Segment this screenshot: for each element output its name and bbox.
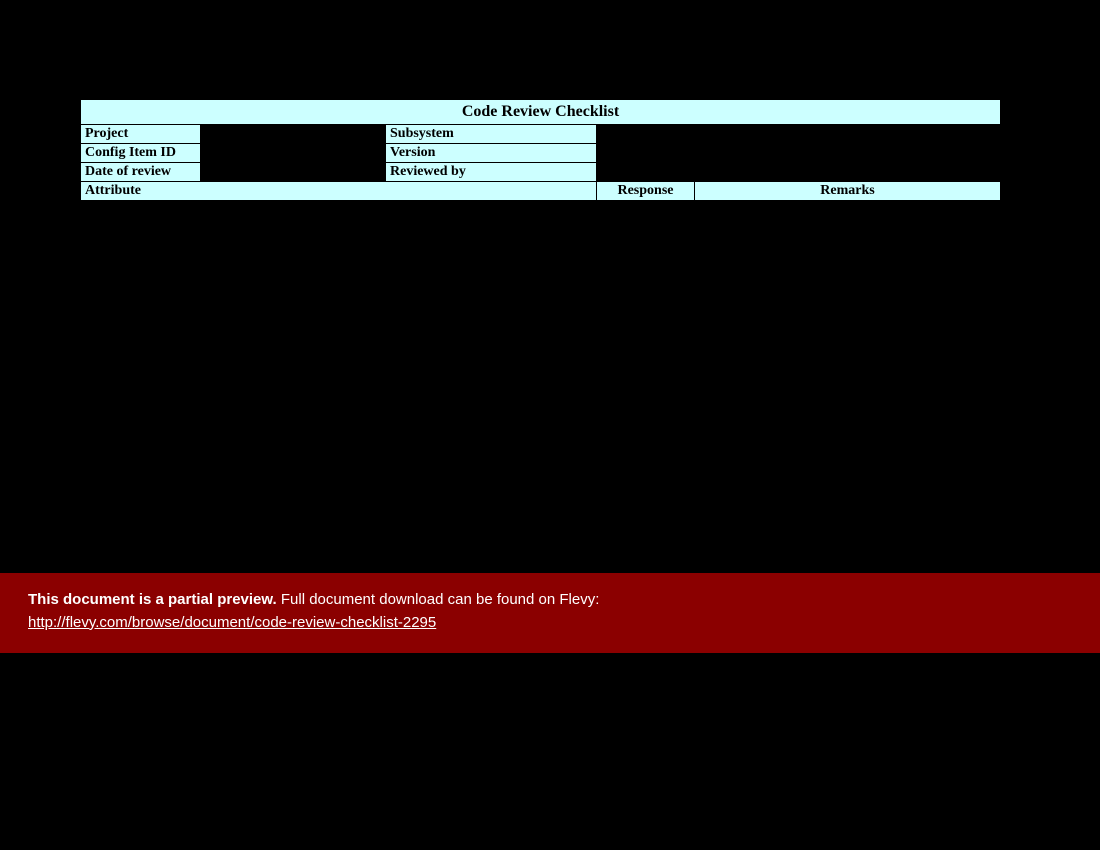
value-subsystem	[597, 125, 1001, 144]
title-cell: Code Review Checklist	[81, 100, 1001, 125]
banner-link[interactable]: http://flevy.com/browse/document/code-re…	[28, 614, 436, 631]
header-attribute: Attribute	[81, 182, 597, 201]
header-remarks: Remarks	[695, 182, 1001, 201]
header-response: Response	[597, 182, 695, 201]
value-version	[597, 144, 1001, 163]
banner-rest: Full document download can be found on F…	[277, 591, 600, 608]
value-config-item-id	[201, 144, 386, 163]
label-date-of-review: Date of review	[81, 163, 201, 182]
banner-bold: This document is a partial preview.	[28, 591, 277, 608]
value-date-of-review	[201, 163, 386, 182]
preview-banner: This document is a partial preview. Full…	[0, 573, 1100, 653]
checklist-table: Code Review Checklist Project Subsystem …	[80, 99, 1001, 201]
label-project: Project	[81, 125, 201, 144]
checklist-sheet: Code Review Checklist Project Subsystem …	[80, 99, 1000, 201]
label-config-item-id: Config Item ID	[81, 144, 201, 163]
value-project	[201, 125, 386, 144]
label-reviewed-by: Reviewed by	[386, 163, 597, 182]
label-version: Version	[386, 144, 597, 163]
label-subsystem: Subsystem	[386, 125, 597, 144]
value-reviewed-by	[597, 163, 1001, 182]
